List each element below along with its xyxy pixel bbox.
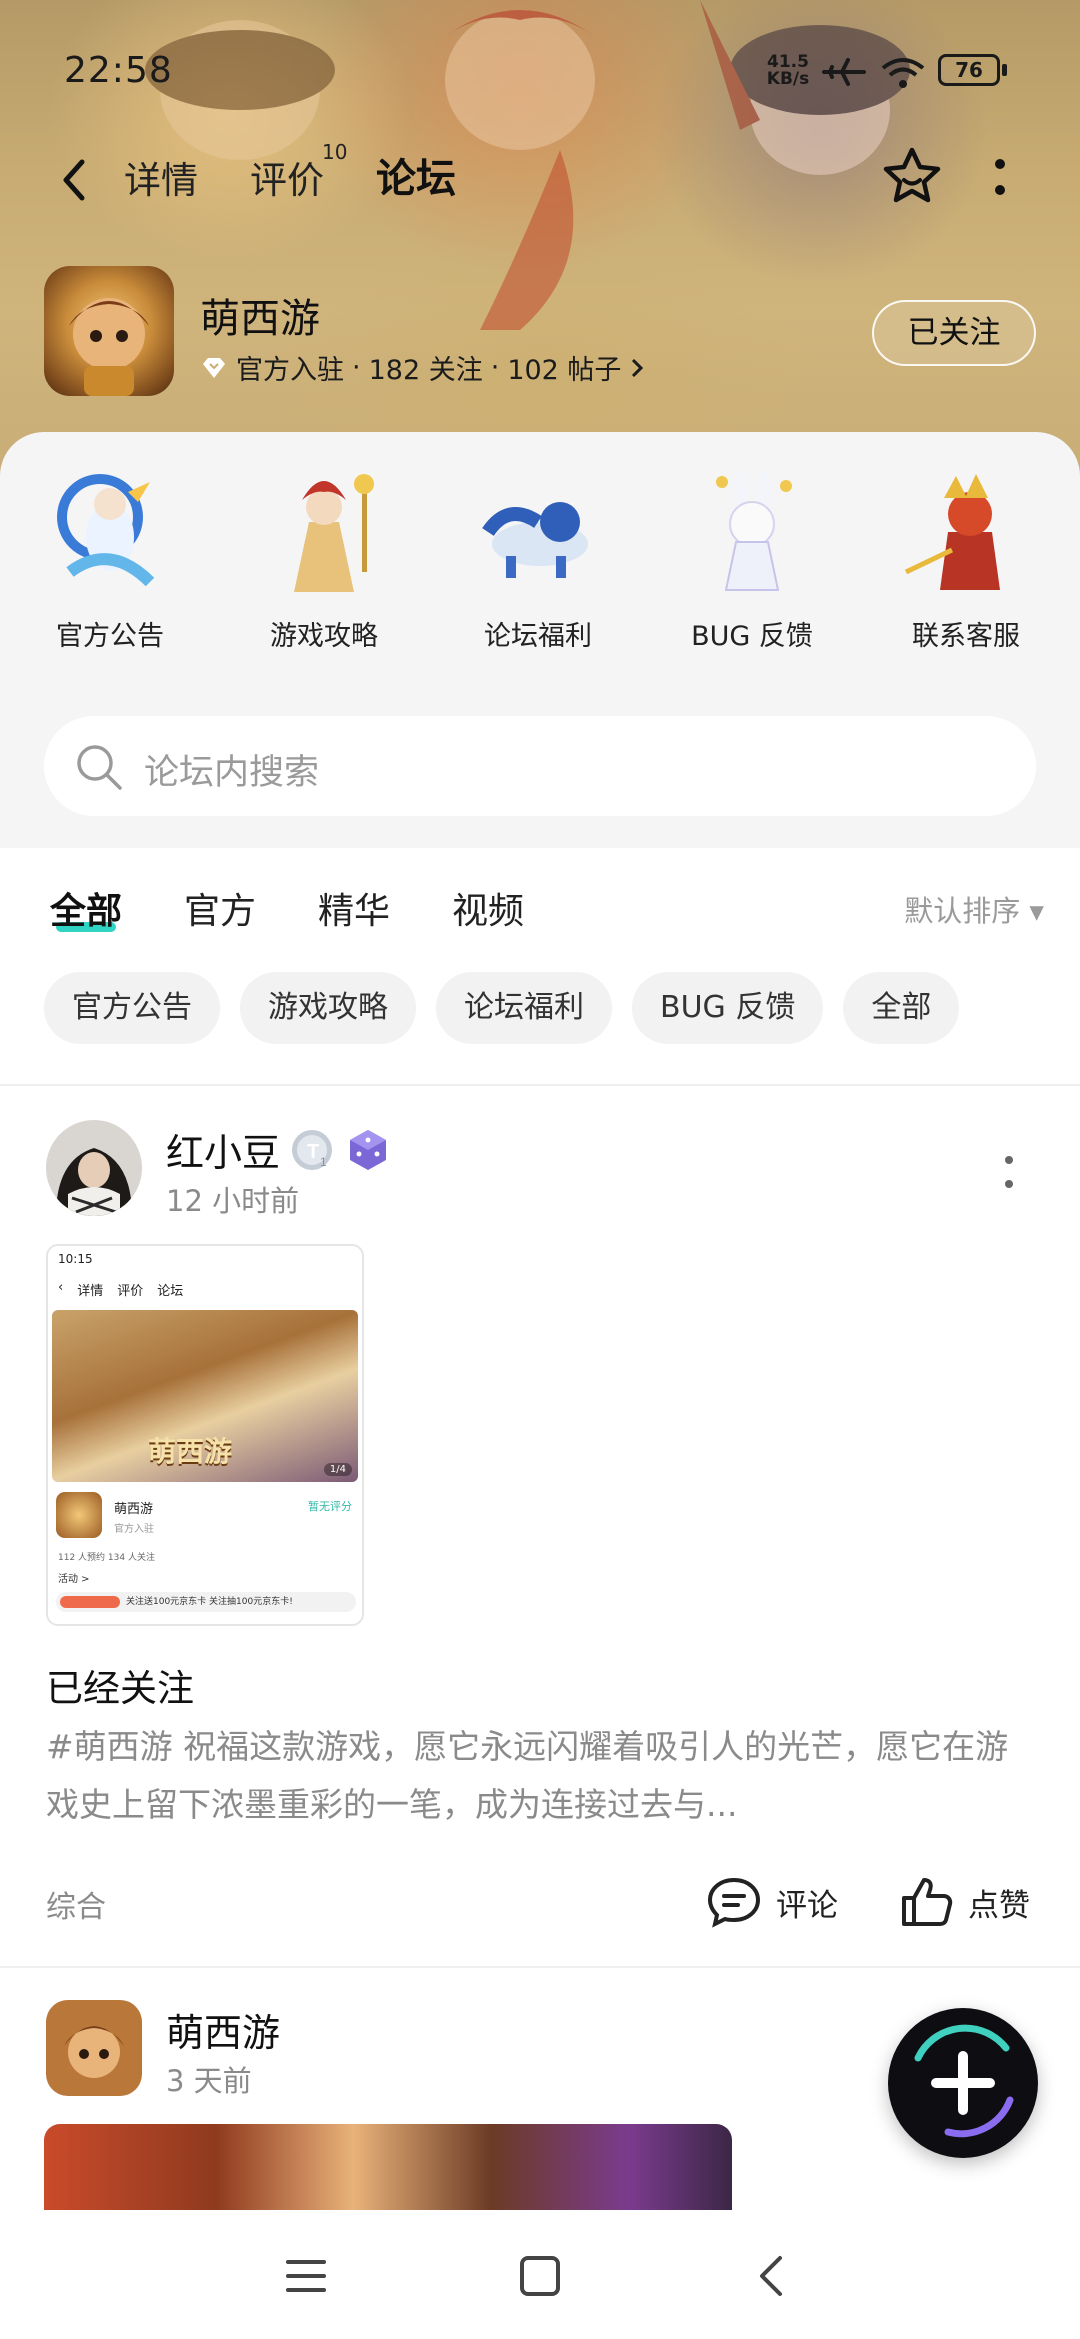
- monkey-king-icon: [46, 2000, 142, 2096]
- back-icon[interactable]: [742, 2246, 802, 2306]
- more-vertical-icon[interactable]: [985, 150, 1015, 206]
- game-profile: 萌西游 官方入驻 · 182 关注 · 102 帖子 已关注: [0, 266, 1080, 406]
- post-title[interactable]: 已经关注: [46, 1658, 194, 1712]
- chip-all[interactable]: 全部: [843, 972, 960, 1044]
- plus-icon: [914, 2024, 1014, 2138]
- wifi-icon: [881, 58, 925, 88]
- tab-video[interactable]: 视频: [452, 882, 524, 934]
- post-card[interactable]: 红小豆 T 1 12 小时前 10:15 ‹ 详情 评价 论坛 萌西游 1/4 萌西游: [0, 1120, 1080, 1940]
- post-screenshot[interactable]: 10:15 ‹ 详情 评价 论坛 萌西游 1/4 萌西游 官方入驻 暂无评分 112 …: [46, 1244, 364, 1626]
- category-row: 官方公告 游戏攻略 论坛福利 BUG 反馈 联系客服: [0, 462, 1080, 652]
- post-body[interactable]: #萌西游 祝福这款游戏，愿它永远闪耀着吸引人的光芒，愿它在游戏史上留下浓墨重彩的…: [46, 1718, 1036, 1834]
- search-input[interactable]: 论坛内搜索: [144, 744, 319, 795]
- category-welfare[interactable]: 论坛福利: [448, 462, 628, 653]
- post-footer: 综合 评论 点赞: [0, 1872, 1080, 1932]
- follow-count: 182 关注: [368, 355, 483, 386]
- white-rabbit-icon: [716, 470, 792, 591]
- game-avatar[interactable]: [44, 266, 174, 396]
- search-icon: [77, 745, 122, 790]
- tab-details[interactable]: 详情: [124, 150, 198, 204]
- red-warrior-icon: [904, 474, 1000, 590]
- header-artwork: 22:58 41.5 KB/s 76 详情 评价 10 论坛 萌西游 官方入驻 …: [0, 0, 1080, 480]
- dice-badge-icon: [350, 1130, 386, 1170]
- filter-tabs: 全部 官方 精华 视频 默认排序 ▾: [0, 882, 1080, 962]
- mini-nav: ‹ 详情 评价 论坛: [58, 1280, 184, 1299]
- post-more-icon[interactable]: [994, 1152, 1024, 1192]
- create-post-button[interactable]: [888, 2008, 1038, 2158]
- meta-separator: ·: [352, 352, 361, 383]
- level-badge-icon: T 1: [292, 1130, 332, 1170]
- clock: 22:58: [64, 50, 173, 91]
- post-count[interactable]: 102 帖子: [507, 348, 621, 387]
- game-meta: 官方入驻 · 182 关注 · 102 帖子: [200, 348, 645, 387]
- top-nav: 详情 评价 10 论坛: [0, 140, 1080, 220]
- mini-game-icon: [56, 1492, 102, 1538]
- author-name[interactable]: 红小豆: [166, 1122, 280, 1177]
- tab-forum[interactable]: 论坛: [376, 146, 456, 208]
- favorite-star-icon[interactable]: [880, 144, 944, 208]
- blue-fox-icon: [57, 474, 155, 587]
- category-customer-service[interactable]: 联系客服: [876, 462, 1056, 653]
- game-name: 萌西游: [200, 296, 320, 342]
- system-nav-bar: [0, 2210, 1080, 2339]
- mini-banner: 萌西游 1/4: [52, 1310, 358, 1482]
- category-chips: 官方公告 游戏攻略 论坛福利 BUG 反馈 全部: [44, 972, 960, 1044]
- home-icon[interactable]: [510, 2246, 570, 2306]
- mini-promo-tag: [60, 1596, 120, 1608]
- menu-icon[interactable]: [276, 2246, 336, 2306]
- post-image[interactable]: [44, 2124, 732, 2212]
- category-announcements[interactable]: 官方公告: [20, 462, 200, 653]
- forum-panel: 官方公告 游戏攻略 论坛福利 BUG 反馈 联系客服 论坛内搜索 全部 官方 精…: [0, 432, 1080, 2212]
- post-time: 3 天前: [166, 2064, 252, 2098]
- chip-guides[interactable]: 游戏攻略: [240, 972, 416, 1044]
- svg-text:1: 1: [320, 1155, 327, 1169]
- comment-icon: [707, 1877, 761, 1928]
- back-arrow-icon[interactable]: [50, 148, 100, 212]
- sort-dropdown[interactable]: 默认排序 ▾: [904, 888, 1044, 930]
- chip-announcements[interactable]: 官方公告: [44, 972, 220, 1044]
- comment-button[interactable]: 评论: [706, 1872, 838, 1932]
- avatar[interactable]: [46, 1120, 142, 1216]
- battery-tip: [1002, 64, 1007, 76]
- reviews-count: 10: [322, 140, 348, 164]
- tab-official[interactable]: 官方: [184, 882, 256, 934]
- avatar[interactable]: [46, 2000, 142, 2096]
- battery-icon: 76: [938, 54, 1000, 86]
- thumbs-up-icon: [902, 1878, 953, 1926]
- tab-featured[interactable]: 精华: [318, 882, 390, 934]
- category-bug-report[interactable]: BUG 反馈: [662, 462, 842, 653]
- like-button[interactable]: 点赞: [900, 1872, 1030, 1932]
- user-avatar-icon: [46, 1120, 142, 1216]
- status-bar: 22:58 41.5 KB/s 76: [0, 40, 1080, 100]
- post-tag[interactable]: 综合: [46, 1882, 106, 1926]
- section-divider: [0, 1084, 1080, 1086]
- monk-warrior-icon: [294, 474, 374, 592]
- official-label: 官方入驻: [236, 355, 344, 386]
- diamond-heart-icon: [203, 357, 225, 378]
- chip-bug-report[interactable]: BUG 反馈: [632, 972, 824, 1044]
- blue-beast-icon: [482, 502, 588, 578]
- post-time: 12 小时前: [166, 1184, 300, 1218]
- svg-text:T: T: [307, 1141, 319, 1163]
- monkey-king-icon: [69, 298, 149, 396]
- meta-separator-2: ·: [490, 352, 500, 383]
- author-name[interactable]: 萌西游: [166, 2002, 280, 2057]
- category-guides[interactable]: 游戏攻略: [234, 462, 414, 653]
- chevron-right-icon[interactable]: [629, 356, 645, 380]
- tab-all[interactable]: 全部: [50, 882, 122, 934]
- post-divider: [0, 1966, 1080, 1968]
- airplane-icon: [822, 58, 866, 86]
- tab-reviews[interactable]: 评价: [250, 150, 324, 204]
- followed-button[interactable]: 已关注: [872, 300, 1036, 366]
- network-speed: 41.5 KB/s: [766, 52, 810, 89]
- chip-welfare[interactable]: 论坛福利: [436, 972, 612, 1044]
- forum-search[interactable]: 论坛内搜索: [44, 716, 1036, 816]
